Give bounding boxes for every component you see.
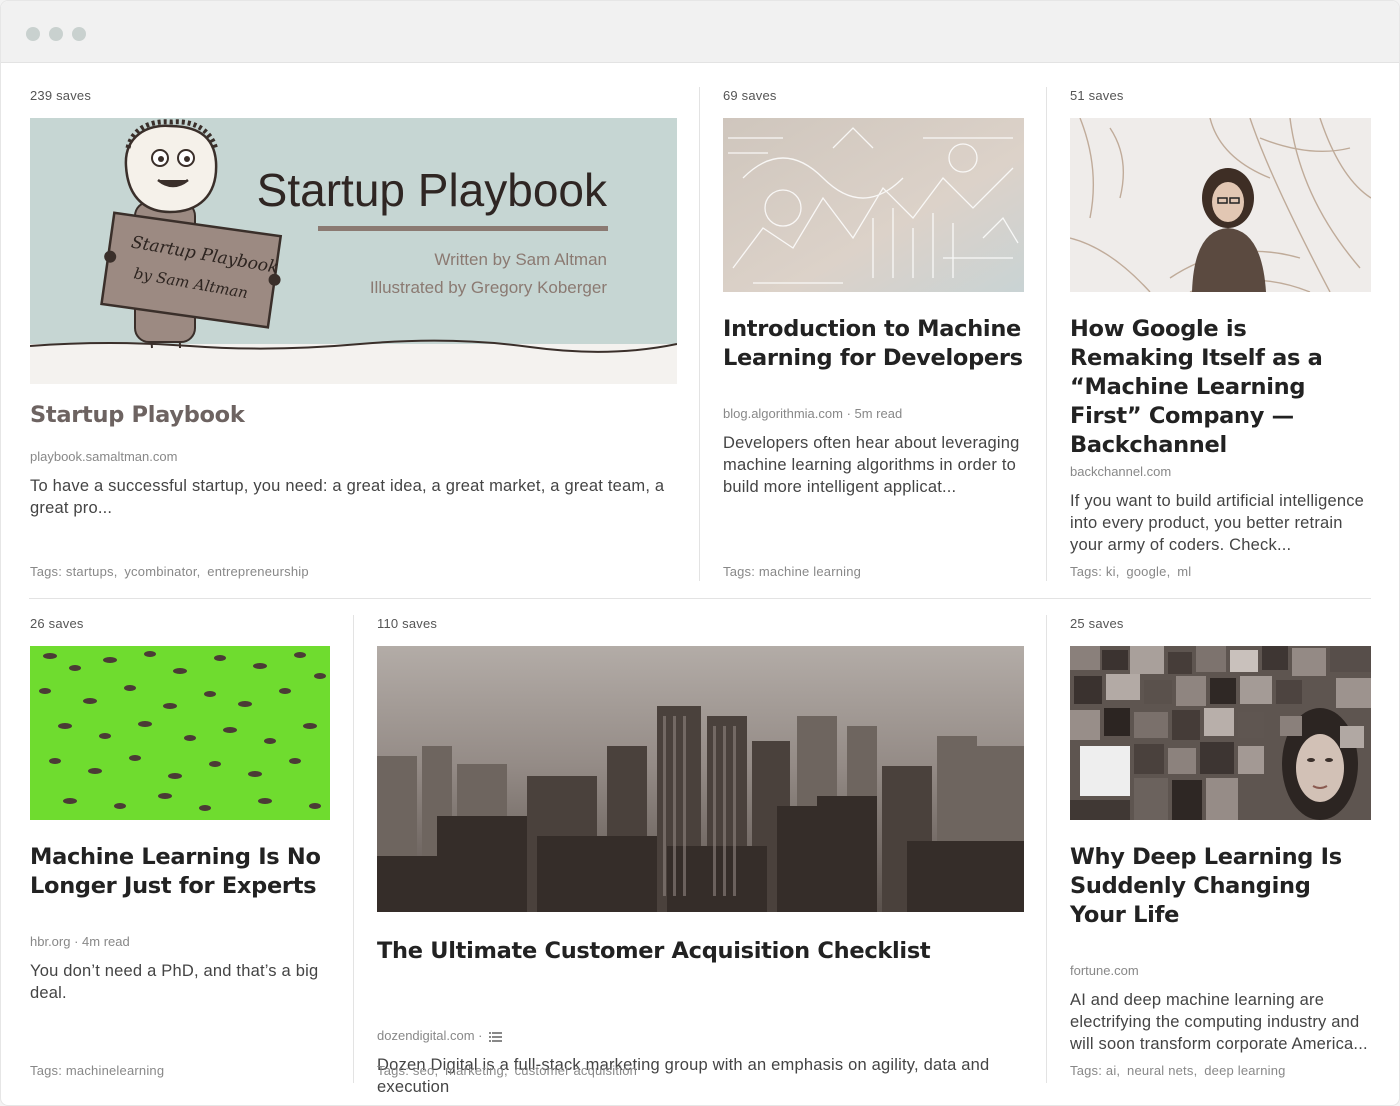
tags-label: Tags: — [723, 564, 756, 579]
window-controls — [26, 27, 86, 41]
cube-mosaic-image — [1070, 646, 1371, 820]
article-excerpt: To have a successful startup, you need: … — [30, 477, 665, 517]
image-title: Startup Playbook — [257, 164, 608, 216]
article-tags: Tags: machine learning — [723, 564, 861, 579]
card-ml-not-just-experts[interactable]: 26 saves Machine Learning Is No Longer J… — [30, 615, 330, 1083]
article-title[interactable]: Machine Learning Is No Longer Just for E… — [30, 843, 330, 901]
tags-label: Tags: — [1070, 564, 1103, 579]
tag-link[interactable]: ycombinator — [124, 564, 196, 579]
tag-link[interactable]: neural nets — [1127, 1063, 1194, 1078]
tag-link[interactable]: deep learning — [1204, 1063, 1285, 1078]
tag-link[interactable]: machine learning — [759, 564, 861, 579]
article-meta: dozendigital.com · — [377, 1028, 503, 1043]
column-divider — [699, 87, 700, 581]
save-count: 239 saves — [30, 88, 92, 103]
tags-label: Tags: — [30, 1063, 63, 1078]
column-divider — [1046, 87, 1047, 581]
tag-link[interactable]: marketing — [445, 1063, 504, 1078]
tag-link[interactable]: customer acquisition — [515, 1063, 638, 1078]
article-meta: hbr.org · 4m read — [30, 934, 130, 949]
card-deep-learning-life[interactable]: 25 saves Why Deep Learning Is Suddenly C… — [1070, 615, 1371, 1083]
article-tags: Tags: startups, ycombinator, entrepreneu… — [30, 564, 309, 579]
list-view-icon[interactable] — [489, 1031, 503, 1042]
math-sketch-image — [723, 118, 1024, 292]
article-thumbnail[interactable] — [723, 118, 1024, 292]
browser-window: 239 saves Startup Playbook by Sam Altman… — [0, 0, 1400, 1106]
card-customer-acquisition[interactable]: 110 saves The Ultimate Customer Acquisit… — [377, 615, 1024, 1096]
close-window-button[interactable] — [26, 27, 40, 41]
column-divider — [353, 615, 354, 1083]
read-time: 4m read — [82, 934, 130, 949]
tags-label: Tags: — [30, 564, 63, 579]
save-count: 26 saves — [30, 616, 84, 631]
saved-items-grid: 239 saves Startup Playbook by Sam Altman… — [1, 63, 1399, 1103]
article-domain[interactable]: fortune.com — [1070, 963, 1139, 978]
article-tags: Tags: ai, neural nets, deep learning — [1070, 1063, 1286, 1078]
article-thumbnail[interactable]: Startup Playbook by Sam Altman Startup P… — [30, 118, 677, 384]
tag-link[interactable]: ki — [1106, 564, 1116, 579]
save-count: 110 saves — [377, 616, 438, 631]
card-startup-playbook[interactable]: 239 saves Startup Playbook by Sam Altman… — [30, 87, 677, 581]
article-thumbnail[interactable] — [377, 646, 1024, 912]
tag-link[interactable]: ml — [1177, 564, 1191, 579]
title-bar — [1, 1, 1399, 63]
article-domain[interactable]: hbr.org — [30, 934, 70, 949]
tag-link[interactable]: entrepreneurship — [207, 564, 309, 579]
tag-link[interactable]: seo — [413, 1063, 435, 1078]
article-domain[interactable]: blog.algorithmia.com — [723, 406, 843, 421]
read-time: 5m read — [854, 406, 903, 421]
article-title[interactable]: Why Deep Learning Is Suddenly Changing Y… — [1070, 843, 1371, 930]
article-title[interactable]: How Google is Remaking Itself as a “Mach… — [1070, 315, 1371, 460]
startup-playbook-illustration: Startup Playbook by Sam Altman Startup P… — [30, 118, 677, 384]
tag-link[interactable]: machinelearning — [66, 1063, 164, 1078]
tag-link[interactable]: ai — [1106, 1063, 1117, 1078]
article-excerpt: If you want to build artificial intellig… — [1070, 492, 1365, 554]
article-tags: Tags: seo, marketing, customer acquisiti… — [377, 1063, 638, 1078]
article-domain[interactable]: playbook.samaltman.com — [30, 449, 177, 464]
article-excerpt: You don’t need a PhD, and that’s a big d… — [30, 962, 319, 1002]
article-meta: blog.algorithmia.com · 5m read — [723, 406, 903, 421]
tags-label: Tags: — [377, 1063, 410, 1078]
tags-label: Tags: — [1070, 1063, 1103, 1078]
green-figures-image — [30, 646, 330, 820]
article-thumbnail[interactable] — [1070, 646, 1371, 820]
article-domain[interactable]: dozendigital.com — [377, 1028, 475, 1043]
article-tags: Tags: machinelearning — [30, 1063, 164, 1078]
row-divider — [29, 598, 1371, 599]
card-intro-ml-developers[interactable]: 69 saves Introduction to Machine Learnin… — [723, 87, 1024, 581]
tag-link[interactable]: google — [1126, 564, 1166, 579]
save-count: 69 saves — [723, 88, 777, 103]
article-title[interactable]: Startup Playbook — [30, 401, 677, 430]
article-tags: Tags: ki, google, ml — [1070, 564, 1192, 579]
column-divider — [1046, 615, 1047, 1083]
article-thumbnail[interactable] — [30, 646, 330, 820]
article-title[interactable]: Introduction to Machine Learning for Dev… — [723, 315, 1024, 373]
article-excerpt: AI and deep machine learning are electri… — [1070, 991, 1368, 1053]
city-skyline-image — [377, 646, 1024, 912]
article-excerpt: Developers often hear about leveraging m… — [723, 434, 1020, 496]
maximize-window-button[interactable] — [72, 27, 86, 41]
article-thumbnail[interactable] — [1070, 118, 1371, 292]
tag-link[interactable]: startups — [66, 564, 114, 579]
article-domain[interactable]: backchannel.com — [1070, 464, 1171, 479]
minimize-window-button[interactable] — [49, 27, 63, 41]
card-google-ml-first[interactable]: 51 saves How Google is Remaking Itself a… — [1070, 87, 1371, 581]
image-byline-illustrator: Illustrated by Gregory Koberger — [370, 278, 608, 297]
article-title[interactable]: The Ultimate Customer Acquisition Checkl… — [377, 937, 1024, 966]
save-count: 51 saves — [1070, 88, 1124, 103]
portrait-branches-image — [1070, 118, 1371, 292]
image-byline-author: Written by Sam Altman — [434, 250, 607, 269]
save-count: 25 saves — [1070, 616, 1124, 631]
